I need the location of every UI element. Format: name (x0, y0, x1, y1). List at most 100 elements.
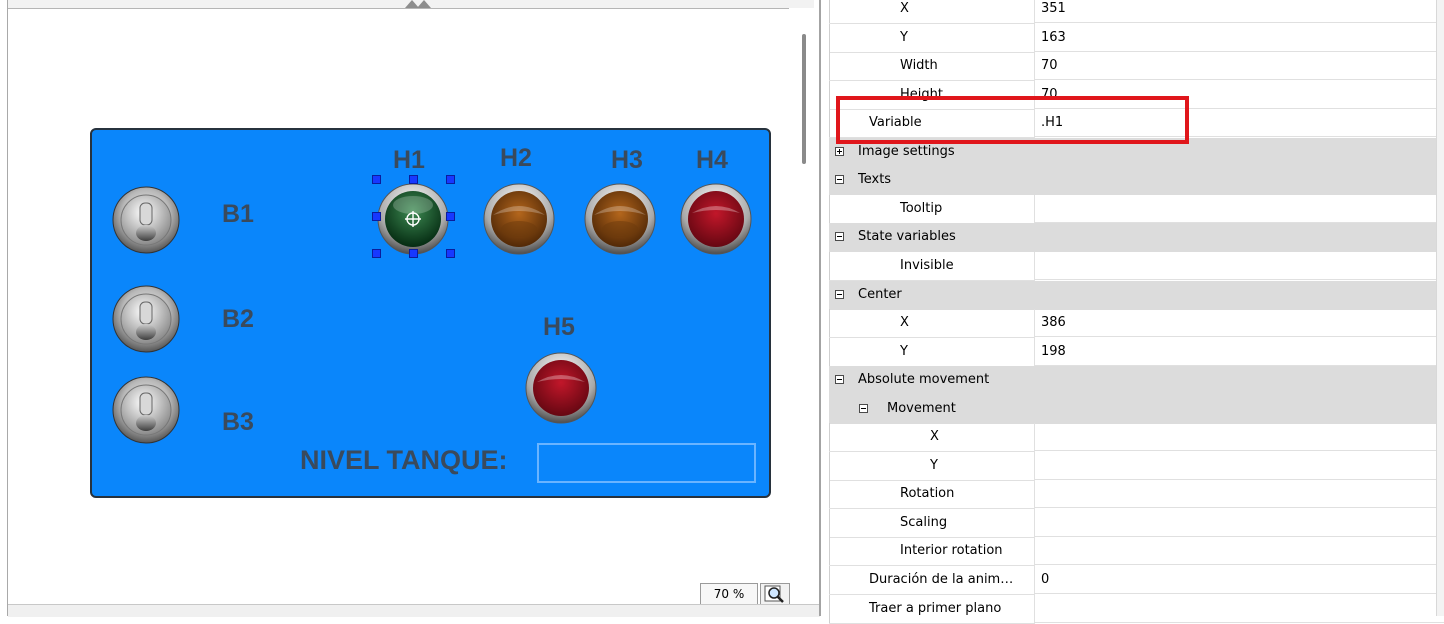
properties-grid: X 351 Y 163 Width 70 Height 70 Variable .H1 Image … (821, 0, 1444, 624)
category-name-cell[interactable]: State variables (829, 223, 1444, 253)
property-value-cell[interactable]: 70 (1034, 52, 1444, 81)
property-value-cell[interactable]: 0 (1034, 566, 1444, 594)
expand-icon[interactable] (835, 146, 844, 156)
editor-frame-border (7, 0, 8, 616)
property-name-cell[interactable]: Interior rotation (829, 537, 1035, 567)
property-name-cell[interactable]: X (829, 423, 1035, 453)
property-row[interactable]: Scaling (821, 508, 1444, 538)
property-row[interactable]: Traer a primer plano (821, 594, 1444, 624)
property-row[interactable]: X 351 (821, 0, 1444, 24)
property-row[interactable]: Duración de la anim… 0 (821, 566, 1444, 595)
property-value-cell[interactable] (1034, 595, 1444, 623)
property-value-cell[interactable]: 351 (1034, 0, 1444, 23)
property-name-cell[interactable]: Duración de la anim… (829, 566, 1035, 595)
property-name-cell[interactable]: Rotation (829, 480, 1035, 510)
property-value-cell[interactable]: 163 (1034, 24, 1444, 52)
toggle-switch-b2[interactable] (111, 284, 181, 354)
property-name: Center (858, 286, 902, 302)
property-category-row[interactable]: Texts (821, 166, 1444, 196)
property-category-row[interactable]: Movement (821, 394, 1444, 424)
selection-handle-bottom-left[interactable] (372, 249, 381, 258)
property-value-cell[interactable] (1034, 452, 1444, 480)
zoom-magnifier-icon (764, 585, 784, 603)
category-name-cell[interactable]: Absolute movement (829, 366, 1444, 396)
property-row[interactable]: Y 163 (821, 23, 1444, 53)
pilot-lamp-h1[interactable] (377, 183, 449, 255)
category-name-cell[interactable]: Movement (829, 394, 1444, 424)
property-name: Traer a primer plano (869, 600, 1002, 616)
property-row[interactable]: Tooltip (821, 194, 1444, 224)
collapse-icon[interactable] (835, 175, 844, 185)
pilot-lamp-h4[interactable] (680, 183, 752, 255)
collapse-icon[interactable] (835, 289, 844, 299)
selection-handle-bottom-right[interactable] (446, 249, 455, 258)
splitter-grip-icon[interactable] (403, 0, 433, 8)
property-value-cell[interactable] (1034, 537, 1444, 566)
property-category-row[interactable]: Absolute movement (821, 366, 1444, 396)
property-name: Y (900, 343, 908, 359)
property-name-cell[interactable]: Width (829, 52, 1035, 82)
pilot-lamp-h5[interactable] (525, 352, 597, 424)
hmi-screen-panel[interactable]: B1 B2 B3 H1 H2 H3 H4 H5 NIVEL TANQUE: (90, 128, 771, 498)
properties-scrollbar[interactable] (1436, 0, 1444, 616)
selection-handle-top-left[interactable] (372, 175, 381, 184)
property-row[interactable]: X (821, 423, 1444, 453)
property-row[interactable]: Width 70 (821, 52, 1444, 82)
property-name-cell[interactable]: X (829, 0, 1035, 24)
top-splitter[interactable] (8, 0, 814, 9)
switch-label-b3: B3 (222, 408, 254, 436)
scrollbar-thumb[interactable] (802, 34, 806, 164)
property-value-cell[interactable] (1034, 195, 1444, 223)
category-name-cell[interactable]: Center (829, 280, 1444, 310)
property-name: State variables (858, 229, 956, 245)
lamp-label-h1: H1 (393, 146, 425, 174)
property-value-cell[interactable]: 386 (1034, 309, 1444, 338)
collapse-icon[interactable] (859, 403, 868, 413)
toggle-switch-b1[interactable] (111, 185, 181, 255)
switch-label-b1: B1 (222, 200, 254, 228)
property-value-cell[interactable]: 198 (1034, 338, 1444, 366)
collapse-icon[interactable] (835, 375, 844, 385)
variable-highlight-box (836, 96, 1189, 144)
property-value-cell[interactable] (1034, 423, 1444, 452)
property-value-cell[interactable] (1034, 480, 1444, 509)
pilot-lamp-h2[interactable] (483, 183, 555, 255)
category-name-cell[interactable]: Texts (829, 166, 1444, 196)
editor-vertical-scrollbar[interactable] (789, 8, 819, 604)
property-category-row[interactable]: State variables (821, 223, 1444, 253)
property-row[interactable]: Rotation (821, 480, 1444, 510)
property-name: Absolute movement (858, 372, 990, 388)
property-name-cell[interactable]: Y (829, 23, 1035, 53)
property-name-cell[interactable]: Y (829, 451, 1035, 481)
lamp-label-h4: H4 (696, 146, 728, 174)
property-value-cell[interactable] (1034, 252, 1444, 280)
selection-handle-left[interactable] (372, 212, 381, 221)
pilot-lamp-h3[interactable] (584, 183, 656, 255)
property-category-row[interactable]: Center (821, 280, 1444, 310)
zoom-button[interactable] (760, 583, 790, 606)
property-row[interactable]: X 386 (821, 309, 1444, 339)
property-row[interactable]: Invisible (821, 251, 1444, 281)
selection-handle-bottom[interactable] (409, 249, 418, 258)
toggle-switch-b3[interactable] (111, 375, 181, 445)
switch-label-b2: B2 (222, 305, 254, 333)
property-name-cell[interactable]: Tooltip (829, 194, 1035, 224)
property-name-cell[interactable]: Scaling (829, 508, 1035, 538)
zoom-level-display[interactable]: 70 % (700, 583, 758, 606)
collapse-icon[interactable] (835, 232, 844, 242)
property-row[interactable]: Y 198 (821, 337, 1444, 367)
property-row[interactable]: Interior rotation (821, 537, 1444, 567)
property-value-cell[interactable] (1034, 509, 1444, 537)
property-name-cell[interactable]: Y (829, 337, 1035, 367)
selection-handle-top-right[interactable] (446, 175, 455, 184)
property-name-cell[interactable]: Invisible (829, 251, 1035, 281)
property-row[interactable]: Y (821, 451, 1444, 481)
property-name: Scaling (900, 514, 948, 530)
property-name-cell[interactable]: Traer a primer plano (829, 594, 1035, 624)
editor-horizontal-scrollbar[interactable] (8, 604, 820, 617)
tank-level-display[interactable] (537, 443, 756, 483)
selection-handle-top[interactable] (409, 175, 418, 184)
property-name: Width (900, 58, 938, 74)
property-name-cell[interactable]: X (829, 309, 1035, 339)
selection-handle-right[interactable] (446, 212, 455, 221)
